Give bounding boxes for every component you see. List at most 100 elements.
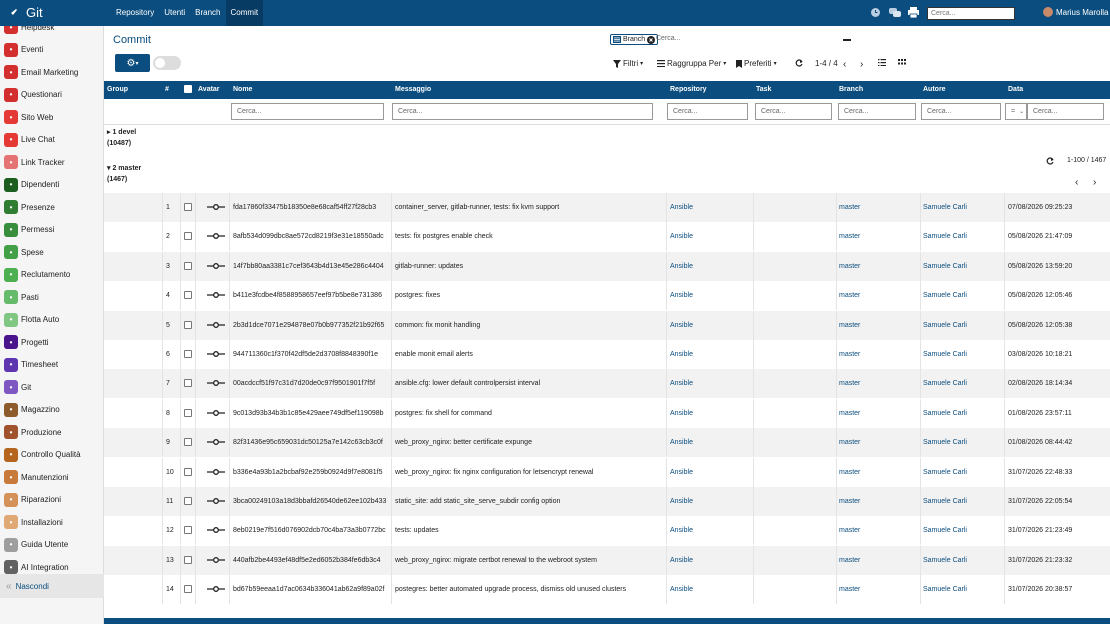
- branch-link[interactable]: master: [839, 322, 860, 329]
- col-number[interactable]: #: [165, 86, 169, 93]
- sidebar-item-sito-web[interactable]: • Sito Web: [0, 106, 103, 128]
- table-row[interactable]: 7 00acdccf51f97c31d7d20de0c97f9501901f7f5…: [104, 369, 1110, 399]
- author-link[interactable]: Samuele Carli: [923, 498, 967, 505]
- favorites-button[interactable]: Preferiti ▾: [736, 59, 777, 68]
- row-checkbox[interactable]: [184, 203, 192, 211]
- next-page-button[interactable]: ›: [860, 59, 863, 70]
- print-icon[interactable]: [908, 7, 919, 19]
- table-row[interactable]: 1 fda17860f33475b18350e8e68caf54ff27f28cb…: [104, 193, 1110, 222]
- sidebar-item-progetti[interactable]: • Progetti: [0, 331, 103, 353]
- filter-task-input[interactable]: Cerca...: [755, 103, 832, 120]
- branch-link[interactable]: master: [839, 469, 860, 476]
- sidebar-item-timesheet[interactable]: • Timesheet: [0, 354, 103, 376]
- repository-link[interactable]: Ansible: [670, 498, 693, 505]
- table-row[interactable]: 4 b411e3fcdbe4f8588958657eef97b5be8e73138…: [104, 281, 1110, 311]
- nav-repository[interactable]: Repository: [111, 0, 159, 26]
- sidebar-item-reclutamento[interactable]: • Reclutamento: [0, 264, 103, 286]
- col-repository[interactable]: Repository: [670, 86, 707, 93]
- sidebar-item-spese[interactable]: • Spese: [0, 241, 103, 263]
- repository-link[interactable]: Ansible: [670, 263, 693, 270]
- list-view-button[interactable]: [878, 59, 886, 66]
- table-row[interactable]: 11 3bca00249103a18d3bbafd26540de62ee102b4…: [104, 487, 1110, 516]
- author-link[interactable]: Samuele Carli: [923, 322, 967, 329]
- refresh-button[interactable]: [795, 59, 803, 67]
- repository-link[interactable]: Ansible: [670, 351, 693, 358]
- branch-link[interactable]: master: [839, 351, 860, 358]
- col-group[interactable]: Group: [107, 86, 128, 93]
- minus-icon[interactable]: [843, 39, 851, 41]
- table-row[interactable]: 10 b336e4a93b1a2bcbaf92e259b0924d9f7e8081…: [104, 457, 1110, 487]
- col-branch[interactable]: Branch: [839, 86, 863, 93]
- row-checkbox[interactable]: [184, 261, 192, 270]
- row-checkbox[interactable]: [184, 555, 192, 564]
- branch-link[interactable]: master: [839, 263, 860, 270]
- hide-sidebar-button[interactable]: « Nascondi: [0, 574, 104, 598]
- user-menu[interactable]: Marius Marolla: [1043, 7, 1108, 17]
- branch-link[interactable]: master: [839, 439, 860, 446]
- branch-link[interactable]: master: [839, 586, 860, 593]
- filter-data-input[interactable]: Cerca...: [1027, 103, 1104, 120]
- repository-link[interactable]: Ansible: [670, 439, 693, 446]
- app-logo[interactable]: Git: [8, 5, 43, 20]
- nav-commit[interactable]: Commit: [225, 0, 264, 26]
- global-search-input[interactable]: [927, 7, 1015, 20]
- group-devel[interactable]: ▸ 1 devel (10487): [107, 127, 136, 149]
- branch-link[interactable]: master: [839, 557, 860, 564]
- repository-link[interactable]: Ansible: [670, 204, 693, 211]
- close-icon[interactable]: [647, 35, 656, 44]
- col-task[interactable]: Task: [756, 86, 771, 93]
- sidebar-item-live-chat[interactable]: • Live Chat: [0, 129, 103, 151]
- group-by-button[interactable]: Raggruppa Per ▾: [657, 59, 726, 68]
- nav-utenti[interactable]: Utenti: [159, 0, 190, 26]
- sidebar-item-questionari[interactable]: • Questionari: [0, 84, 103, 106]
- table-row[interactable]: 8 9c013d93b34b3b1c85e429aee749df5ef119098…: [104, 398, 1110, 428]
- col-autore[interactable]: Autore: [923, 86, 946, 93]
- author-link[interactable]: Samuele Carli: [923, 351, 967, 358]
- actions-button[interactable]: ⚙ ▾: [115, 54, 150, 72]
- filter-branch-input[interactable]: Cerca...: [838, 103, 916, 120]
- row-checkbox[interactable]: [184, 585, 192, 594]
- sidebar-item-riparazioni[interactable]: • Riparazioni: [0, 489, 103, 511]
- author-link[interactable]: Samuele Carli: [923, 586, 967, 593]
- col-messaggio[interactable]: Messaggio: [395, 86, 431, 93]
- table-row[interactable]: 9 82f31436e95c659031dc50125a7e142c63cb3c0…: [104, 428, 1110, 458]
- sidebar-item-dipendenti[interactable]: • Dipendenti: [0, 174, 103, 196]
- table-row[interactable]: 5 2b3d1dce7071e294878e07b0b977352f21b92f6…: [104, 310, 1110, 340]
- branch-link[interactable]: master: [839, 498, 860, 505]
- filter-messaggio-input[interactable]: Cerca...: [392, 103, 653, 120]
- row-checkbox[interactable]: [184, 526, 192, 535]
- sidebar-item-presenze[interactable]: • Presenze: [0, 196, 103, 218]
- branch-link[interactable]: master: [839, 380, 860, 387]
- sidebar-item-pasti[interactable]: • Pasti: [0, 286, 103, 308]
- filters-button[interactable]: Filtri ▾: [613, 59, 643, 68]
- sidebar-item-eventi[interactable]: • Eventi: [0, 39, 103, 61]
- view-toggle[interactable]: [153, 56, 181, 70]
- branch-link[interactable]: master: [839, 410, 860, 417]
- author-link[interactable]: Samuele Carli: [923, 410, 967, 417]
- author-link[interactable]: Samuele Carli: [923, 469, 967, 476]
- branch-link[interactable]: master: [839, 292, 860, 299]
- group-master[interactable]: ▾ 2 master (1467): [107, 163, 141, 185]
- group-prev-button[interactable]: ‹: [1075, 177, 1078, 188]
- table-row[interactable]: 2 8afb534d099dbc8ae572cd8219f3e31e18550ad…: [104, 222, 1110, 252]
- repository-link[interactable]: Ansible: [670, 380, 693, 387]
- sidebar-item-produzione[interactable]: • Produzione: [0, 421, 103, 443]
- sidebar-item-guida-utente[interactable]: • Guida Utente: [0, 534, 103, 556]
- table-row[interactable]: 3 14f7bb80aa3381c7cef3643b4d13e45e286c440…: [104, 251, 1110, 281]
- sidebar-item-email-marketing[interactable]: • Email Marketing: [0, 61, 103, 83]
- row-checkbox[interactable]: [184, 350, 192, 358]
- row-checkbox[interactable]: [184, 408, 192, 417]
- table-row[interactable]: 6 944711360c1f370f42df5de2d3708f8848390f1…: [104, 340, 1110, 369]
- sidebar-item-installazioni[interactable]: • Installazioni: [0, 511, 103, 533]
- chat-icon[interactable]: [889, 7, 901, 18]
- sidebar-item-manutenzioni[interactable]: • Manutenzioni: [0, 466, 103, 488]
- table-row[interactable]: 13 440afb2be4493ef48df5e2ed6052b384fe6db3…: [104, 545, 1110, 575]
- author-link[interactable]: Samuele Carli: [923, 233, 967, 240]
- branch-link[interactable]: master: [839, 233, 860, 240]
- col-avatar[interactable]: Avatar: [198, 86, 220, 93]
- repository-link[interactable]: Ansible: [670, 586, 693, 593]
- sidebar-item-flotta-auto[interactable]: • Flotta Auto: [0, 309, 103, 331]
- sidebar-item-git[interactable]: • Git: [0, 376, 103, 398]
- sidebar-item-helpdesk[interactable]: • Helpdesk: [0, 26, 103, 38]
- author-link[interactable]: Samuele Carli: [923, 204, 967, 211]
